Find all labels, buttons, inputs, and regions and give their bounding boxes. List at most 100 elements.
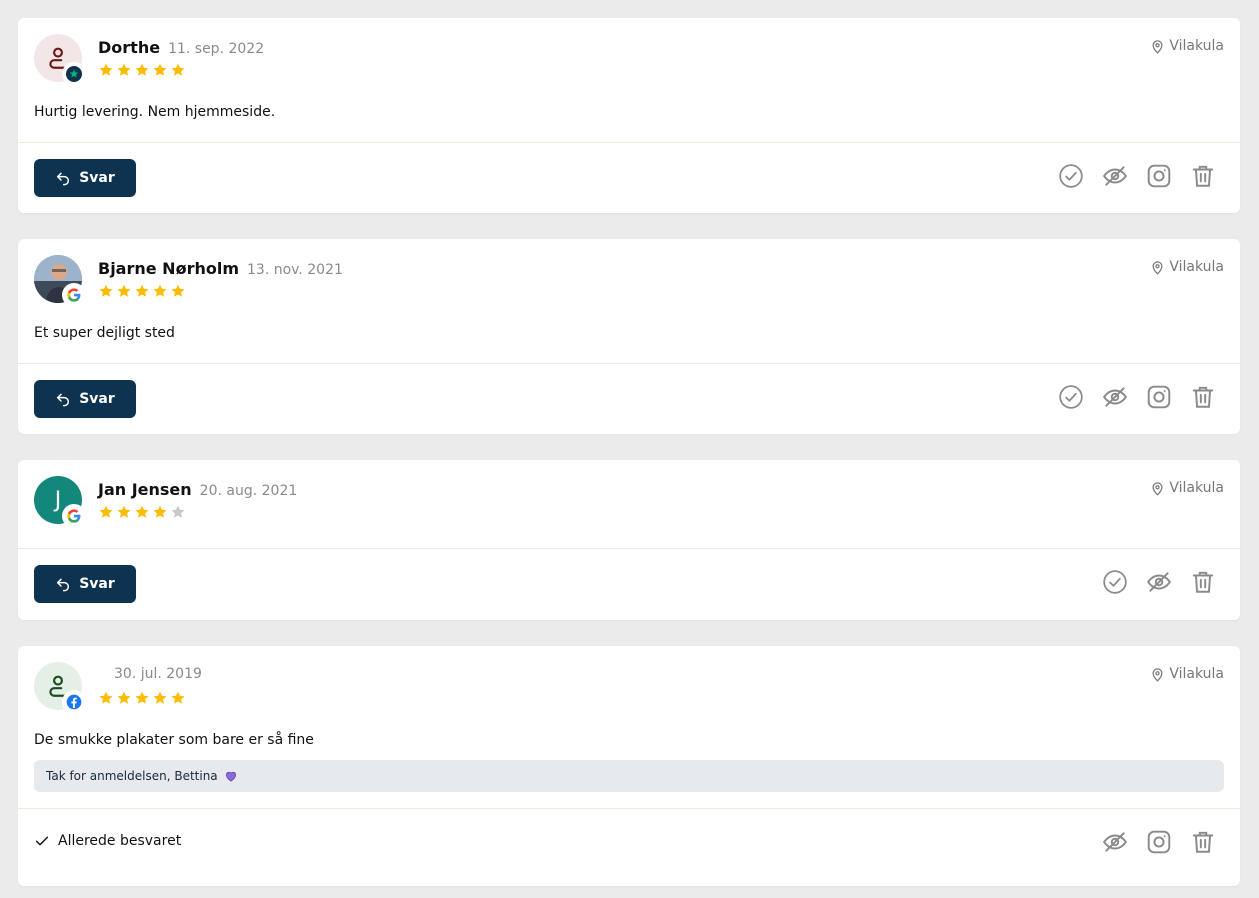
star-rating <box>98 690 186 706</box>
checkmark-icon <box>35 836 49 846</box>
approve-button[interactable] <box>1058 163 1084 189</box>
instagram-share-button[interactable] <box>1146 829 1172 855</box>
google-badge-icon <box>63 284 85 306</box>
review-date: 20. aug. 2021 <box>199 483 298 499</box>
delete-button[interactable] <box>1190 829 1216 855</box>
trash-icon <box>1192 571 1214 593</box>
star-filled-icon <box>153 505 167 518</box>
reply-button[interactable]: Svar <box>34 380 136 418</box>
trustpilot-badge-icon <box>63 63 85 85</box>
star-filled-icon <box>135 63 149 76</box>
star-filled-icon <box>99 691 113 704</box>
approve-button[interactable] <box>1058 384 1084 410</box>
review-card: Bjarne Nørholm 13. nov. 2021 Vilakula Et… <box>18 239 1240 434</box>
star-filled-icon <box>135 284 149 297</box>
google-badge-icon <box>63 505 85 527</box>
eye-off-icon <box>1103 832 1127 852</box>
avatar <box>34 255 85 306</box>
review-date: 30. jul. 2019 <box>114 666 202 682</box>
avatar: J <box>34 476 85 527</box>
reply-arrow-icon <box>57 578 70 592</box>
review-date: 13. nov. 2021 <box>247 262 343 278</box>
reply-button-label: Svar <box>79 576 115 592</box>
review-card: 30. jul. 2019 Vilakula De smukke plakate… <box>18 646 1240 886</box>
purple-heart-icon <box>225 771 236 782</box>
star-filled-icon <box>117 691 131 704</box>
reply-arrow-icon <box>57 172 70 186</box>
star-filled-icon <box>99 63 113 76</box>
star-filled-icon <box>99 284 113 297</box>
location: Vilakula <box>1150 38 1224 54</box>
reply-button[interactable]: Svar <box>34 159 136 197</box>
instagram-share-button[interactable] <box>1146 163 1172 189</box>
approve-button[interactable] <box>1102 569 1128 595</box>
review-text: Hurtig levering. Nem hjemmeside. <box>34 104 276 120</box>
location: Vilakula <box>1150 480 1224 496</box>
star-filled-icon <box>171 691 185 704</box>
star-filled-icon <box>117 63 131 76</box>
reviewer-name: Dorthe <box>98 38 161 57</box>
reply-arrow-icon <box>57 393 70 407</box>
trash-icon <box>1192 165 1214 187</box>
hide-button[interactable] <box>1102 384 1128 410</box>
star-rating <box>98 504 186 520</box>
star-filled-icon <box>135 505 149 518</box>
facebook-badge-icon <box>63 691 85 713</box>
star-filled-icon <box>171 284 185 297</box>
owner-reply-text: Tak for anmeldelsen, Bettina <box>46 769 218 783</box>
star-filled-icon <box>171 63 185 76</box>
star-filled-icon <box>99 505 113 518</box>
trash-icon <box>1192 386 1214 408</box>
reply-button-label: Svar <box>79 170 115 186</box>
instagram-share-button[interactable] <box>1146 384 1172 410</box>
delete-button[interactable] <box>1190 384 1216 410</box>
instagram-icon <box>1147 164 1171 188</box>
location-pin-icon <box>1152 260 1163 275</box>
hide-button[interactable] <box>1146 569 1172 595</box>
location-label: Vilakula <box>1169 666 1224 682</box>
location-label: Vilakula <box>1169 38 1224 54</box>
star-filled-icon <box>117 505 131 518</box>
eye-off-icon <box>1147 572 1171 592</box>
hide-button[interactable] <box>1102 163 1128 189</box>
star-filled-icon <box>135 691 149 704</box>
location-pin-icon <box>1152 481 1163 496</box>
review-card: J Jan Jensen 20. aug. 2021 Vilakula Svar <box>18 460 1240 620</box>
star-empty-icon <box>171 505 185 518</box>
instagram-icon <box>1147 830 1171 854</box>
star-rating <box>98 62 186 78</box>
avatar-initial: J <box>54 487 62 513</box>
star-filled-icon <box>153 284 167 297</box>
review-card: Dorthe 11. sep. 2022 Vilakula Hurtig lev… <box>18 18 1240 213</box>
already-answered-status: Allerede besvaret <box>34 833 181 849</box>
location-label: Vilakula <box>1169 480 1224 496</box>
review-text: De smukke plakater som bare er så fine <box>34 732 314 748</box>
location-label: Vilakula <box>1169 259 1224 275</box>
review-date: 11. sep. 2022 <box>168 41 265 57</box>
reply-button-label: Svar <box>79 391 115 407</box>
reviewer-name: Jan Jensen <box>98 480 192 499</box>
avatar <box>34 34 85 85</box>
location-pin-icon <box>1152 667 1163 682</box>
delete-button[interactable] <box>1190 569 1216 595</box>
star-filled-icon <box>153 691 167 704</box>
star-filled-icon <box>117 284 131 297</box>
instagram-icon <box>1147 385 1171 409</box>
star-rating <box>98 283 186 299</box>
star-filled-icon <box>153 63 167 76</box>
location-pin-icon <box>1152 39 1163 54</box>
reply-button[interactable]: Svar <box>34 565 136 603</box>
reviewer-name: Bjarne Nørholm <box>98 259 239 278</box>
eye-off-icon <box>1103 166 1127 186</box>
check-circle-icon <box>1059 385 1083 409</box>
review-text: Et super dejligt sted <box>34 325 175 341</box>
check-circle-icon <box>1059 164 1083 188</box>
check-circle-icon <box>1103 570 1127 594</box>
already-answered-label: Allerede besvaret <box>58 833 182 849</box>
hide-button[interactable] <box>1102 829 1128 855</box>
delete-button[interactable] <box>1190 163 1216 189</box>
eye-off-icon <box>1103 387 1127 407</box>
avatar <box>34 662 85 713</box>
location: Vilakula <box>1150 259 1224 275</box>
owner-reply: Tak for anmeldelsen, Bettina <box>34 760 1224 792</box>
